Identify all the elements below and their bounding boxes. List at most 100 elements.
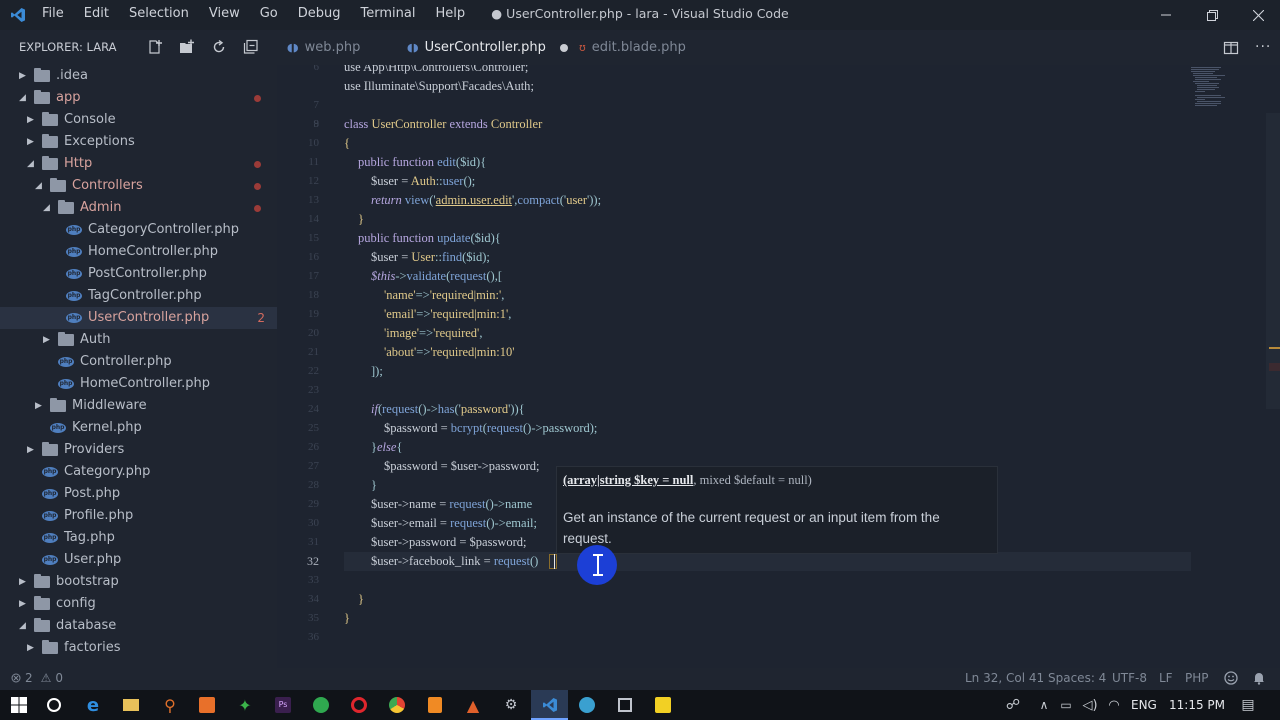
split-editor-button[interactable] (1223, 40, 1239, 60)
chevron-right-icon: ▶ (35, 401, 42, 411)
minimap[interactable] (1189, 65, 1249, 125)
code-line: class UserController extends Controller (344, 117, 543, 131)
tree-item-categorycontroller[interactable]: php CategoryController.php (0, 219, 277, 241)
notification-center-icon[interactable]: ▤ (1238, 695, 1258, 715)
code-line: } (344, 611, 350, 625)
tree-item-admin-homecontroller[interactable]: php HomeController.php (0, 241, 277, 263)
tree-item-app[interactable]: ◢ app (0, 87, 277, 109)
vscode-logo-icon (543, 698, 557, 712)
tree-item-kernel[interactable]: php Kernel.php (0, 417, 277, 439)
indentation[interactable]: Spaces: 4 (1048, 671, 1106, 685)
file-explorer-icon[interactable] (121, 695, 141, 715)
refresh-button[interactable] (211, 39, 227, 55)
cursor-position[interactable]: Ln 32, Col 41 (965, 671, 1044, 685)
cortana-button[interactable] (44, 695, 64, 715)
tree-item-category[interactable]: php Category.php (0, 461, 277, 483)
tree-item-profile[interactable]: php Profile.php (0, 505, 277, 527)
tree-item-factories[interactable]: ▶ factories (0, 637, 277, 659)
tree-item-usercontroller[interactable]: php UserController.php 2 (0, 307, 277, 329)
tree-item-middleware[interactable]: ▶ Middleware (0, 395, 277, 417)
code-line: }else{ (371, 440, 403, 454)
code-line: 'image'=>'required', (384, 326, 483, 340)
tree-item-tag[interactable]: php Tag.php (0, 527, 277, 549)
new-file-button[interactable] (147, 39, 163, 55)
editor-scrollbar[interactable] (1266, 65, 1280, 668)
tree-item-user[interactable]: php User.php (0, 549, 277, 571)
search-app-icon[interactable]: ⚲ (160, 695, 180, 715)
tree-item-label: Exceptions (64, 134, 135, 149)
more-actions-icon[interactable]: ··· (1255, 39, 1271, 55)
battery-icon[interactable]: ▭ (1056, 695, 1076, 715)
vscode-taskbar-icon[interactable] (540, 695, 560, 715)
tree-item-controller[interactable]: php Controller.php (0, 351, 277, 373)
explorer-header: EXPLORER: LARA (0, 30, 277, 64)
media-app-icon[interactable] (653, 695, 673, 715)
explorer-sidebar: EXPLORER: LARA ▶ .idea ◢ app ▶ Console ▶… (0, 30, 277, 668)
sheets-app-icon[interactable]: ✦ (235, 695, 255, 715)
app-icon-green[interactable] (311, 695, 331, 715)
clock[interactable]: 11:15 PM (1169, 698, 1225, 712)
xampp-icon[interactable] (197, 695, 217, 715)
windows-start-button[interactable] (9, 695, 29, 715)
tree-item-console[interactable]: ▶ Console (0, 109, 277, 131)
restore-button[interactable] (1189, 0, 1235, 30)
scrollbar-marker (1269, 347, 1280, 349)
tree-item-postcontroller[interactable]: php PostController.php (0, 263, 277, 285)
tree-item-providers[interactable]: ▶ Providers (0, 439, 277, 461)
tree-item-config[interactable]: ▶ config (0, 593, 277, 615)
new-folder-button[interactable] (179, 39, 195, 55)
input-language[interactable]: ENG (1131, 698, 1157, 712)
tools-icon[interactable]: ⚙ (501, 695, 521, 715)
opera-icon[interactable] (349, 695, 369, 715)
tree-item-idea[interactable]: ▶ .idea (0, 65, 277, 87)
tree-item-http[interactable]: ◢ Http (0, 153, 277, 175)
windows-taskbar: e ⚲ ✦ Ps ▲ ⚙ ☍ ∧ ▭ ◁) ◠ ENG 11:15 PM ▤ (0, 690, 1280, 720)
sublime-icon[interactable] (425, 695, 445, 715)
tree-item-label: User.php (64, 552, 122, 567)
feedback-button[interactable] (1224, 671, 1238, 688)
code-line: $user->email = request()->email; (371, 516, 537, 530)
code-line: } (358, 592, 364, 606)
tree-item-database[interactable]: ◢ database (0, 615, 277, 637)
tab-web-php[interactable]: ◖◗ web.php (287, 30, 360, 65)
problems-indicator[interactable]: 2 ⚠ 0 (11, 671, 63, 685)
php-file-icon: php (66, 313, 82, 323)
volume-icon[interactable]: ◁) (1080, 695, 1100, 715)
tab-usercontroller-php[interactable]: ◖◗ UserController.php (407, 30, 568, 65)
tree-item-exceptions[interactable]: ▶ Exceptions (0, 131, 277, 153)
folder-icon (42, 442, 58, 456)
line-number: 10 (308, 137, 319, 149)
people-icon[interactable]: ☍ (1003, 695, 1023, 715)
line-number: 34 (308, 593, 319, 605)
tree-item-bootstrap[interactable]: ▶ bootstrap (0, 571, 277, 593)
tree-item-post[interactable]: php Post.php (0, 483, 277, 505)
tab-edit-blade-php[interactable]: ʊ edit.blade.php (579, 30, 686, 65)
encoding[interactable]: UTF-8 (1112, 671, 1147, 685)
fire-app-icon[interactable]: ▲ (463, 695, 483, 715)
explorer-title: EXPLORER: LARA (19, 40, 117, 54)
tree-item-homecontroller[interactable]: php HomeController.php (0, 373, 277, 395)
close-window-button[interactable] (1235, 0, 1280, 30)
php-file-icon: php (42, 511, 58, 521)
chevron-right-icon: ▶ (19, 599, 26, 609)
edge-icon[interactable]: e (83, 695, 103, 716)
collapse-all-button[interactable] (243, 39, 259, 55)
premiere-icon[interactable]: Ps (273, 695, 293, 715)
language-mode[interactable]: PHP (1185, 671, 1209, 685)
notifications-button[interactable] (1252, 671, 1266, 688)
tree-item-controllers[interactable]: ◢ Controllers (0, 175, 277, 197)
tree-item-label: .idea (56, 68, 88, 83)
chrome-icon[interactable] (387, 695, 407, 715)
line-number: 6 (313, 65, 320, 73)
window-app-icon[interactable] (615, 695, 635, 715)
minimize-button[interactable] (1143, 0, 1189, 30)
line-ending[interactable]: LF (1159, 671, 1173, 685)
chevron-up-icon[interactable]: ∧ (1034, 695, 1054, 715)
wifi-icon[interactable]: ◠ (1104, 695, 1124, 715)
unsaved-dot-icon[interactable] (559, 43, 568, 52)
tree-item-tagcontroller[interactable]: php TagController.php (0, 285, 277, 307)
globe-app-icon[interactable] (577, 695, 597, 715)
tree-item-admin[interactable]: ◢ Admin (0, 197, 277, 219)
tree-item-auth[interactable]: ▶ Auth (0, 329, 277, 351)
code-editor[interactable]: 6 7 8 8 9 10 11 12 13 14 15 16 17 18 19 … (277, 65, 1280, 668)
